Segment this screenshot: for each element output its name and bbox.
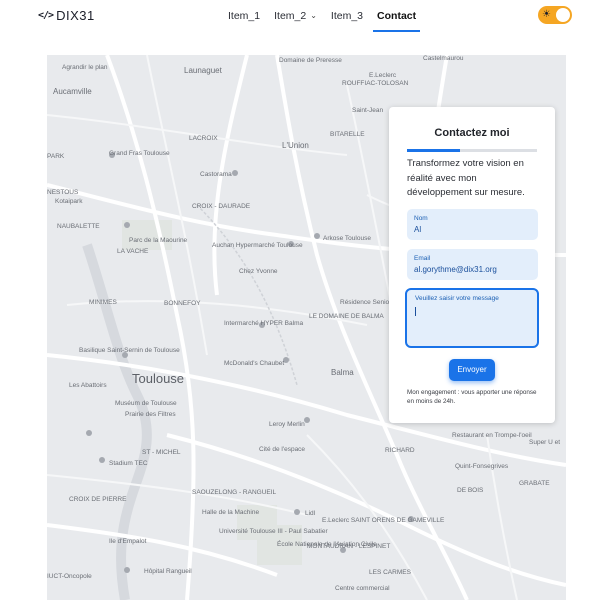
map-label: Hôpital Rangueil	[144, 568, 192, 575]
map-label: LE DOMAINE DE BALMA	[309, 313, 384, 320]
map-label: NAUBALETTE	[57, 223, 100, 230]
map-label: NESTOUS	[47, 189, 79, 196]
map-label: MONTAUDRAN - LESPINET	[307, 543, 391, 550]
map-label: Restaurant en Trompe-l'oeil	[452, 432, 532, 439]
map-label: Basilique Saint-Sernin de Toulouse	[79, 347, 180, 354]
map-label: Cité de l'espace	[259, 446, 306, 453]
map-label: PARK	[47, 153, 65, 160]
nav-item-2-label: Item_2	[274, 10, 307, 22]
name-field[interactable]: Nom Al	[407, 209, 538, 240]
chevron-down-icon: ⌄	[310, 11, 317, 20]
nav-item-1[interactable]: Item_1	[224, 0, 264, 32]
logo-text: DIX31	[56, 8, 95, 23]
map-label: Kotaipark	[55, 198, 83, 205]
toggle-knob	[556, 8, 570, 22]
map-label: Intermarché HYPER Balma	[224, 320, 304, 327]
map-label: Prairie des Filtres	[125, 411, 176, 418]
map-label: Parc de la Maourine	[129, 237, 188, 244]
map-label: Chez Yvonne	[239, 268, 278, 275]
nav-item-1-label: Item_1	[228, 10, 261, 22]
nav-item-2[interactable]: Item_2 ⌄	[270, 0, 321, 32]
map-label[interactable]: Agrandir le plan	[62, 64, 108, 71]
map-label: Les Abattoirs	[69, 382, 107, 389]
map-label: Super U et	[529, 439, 561, 446]
map-label: Lidl	[305, 510, 316, 517]
map-label: BITARELLE	[330, 131, 365, 138]
map-label: Castelmaurou	[423, 55, 464, 62]
card-divider-accent	[407, 149, 460, 152]
map-label: CROIX DE PIERRE	[69, 496, 127, 503]
email-label: Email	[414, 255, 431, 262]
map-label: Centre commercial	[335, 585, 390, 592]
map-label: Balma	[331, 368, 354, 377]
map-label: Grand Fras Toulouse	[109, 150, 170, 157]
email-value[interactable]: al.gorythme@dix31.org	[414, 265, 497, 274]
map-label: E.Leclerc SAINT ORENS DE GAMEVILLE	[322, 517, 445, 524]
text-caret	[415, 307, 416, 316]
contact-title: Contactez moi	[434, 127, 510, 139]
map-label: Saint-Jean	[352, 107, 384, 114]
map-label: CROIX - DAURADE	[192, 203, 251, 210]
map-label: E.Leclerc	[369, 72, 397, 79]
map-label: Université Toulouse III - Paul Sabatier	[219, 528, 328, 535]
map-label: Muséum de Toulouse	[115, 400, 177, 407]
map-label: ST - MICHEL	[142, 449, 181, 456]
map-label: MINIMES	[89, 299, 117, 306]
map-label: Launaguet	[184, 66, 222, 75]
map-label: Auchan Hypermarché Toulouse	[212, 242, 303, 249]
map-label: DE BOIS	[457, 487, 484, 494]
map-label: Arkose Toulouse	[323, 235, 371, 242]
send-button[interactable]: Envoyer	[449, 359, 495, 381]
map-label: GRABATE	[519, 480, 550, 487]
map-label: BONNEFOY	[164, 300, 201, 307]
message-placeholder: Veuillez saisir votre message	[415, 295, 499, 302]
code-icon: </>	[38, 10, 54, 21]
logo[interactable]: </> DIX31	[38, 8, 95, 23]
map-label: Quint-Fonsegrives	[455, 463, 509, 470]
map-label: Aucamville	[53, 87, 92, 96]
map-label: Domaine de Preresse	[279, 57, 342, 64]
theme-toggle[interactable]: ☀	[538, 6, 572, 24]
sun-icon: ☀	[542, 9, 551, 20]
map-label: Leroy Merlin	[269, 421, 305, 428]
response-commitment: Mon engagement : vous apporter une répon…	[407, 389, 537, 405]
email-field[interactable]: Email al.gorythme@dix31.org	[407, 249, 538, 280]
map-label: Halle de la Machine	[202, 509, 260, 516]
map-label: ROUFFIAC-TOLOSAN	[342, 80, 409, 87]
contact-card: Contactez moi Transformez votre vision e…	[389, 107, 555, 423]
nav-item-3[interactable]: Item_3	[327, 0, 367, 32]
nav-item-contact[interactable]: Contact	[373, 0, 421, 32]
map-label: L'Union	[282, 141, 309, 150]
map-label: IUCT-Oncopole	[47, 573, 92, 580]
map-label: Stadium TEC	[109, 460, 148, 467]
map-label: LES CARMES	[369, 569, 411, 576]
name-label: Nom	[414, 215, 428, 222]
map-label: Castorama	[200, 171, 232, 178]
nav-item-contact-label: Contact	[377, 10, 417, 22]
map-label: SAOUZELONG - RANGUEIL	[192, 489, 277, 496]
nav-item-3-label: Item_3	[330, 10, 364, 22]
map-label: McDonald's Chaubet	[224, 360, 285, 367]
message-textarea[interactable]: Veuillez saisir votre message	[405, 288, 539, 348]
name-value[interactable]: Al	[414, 225, 421, 234]
top-navbar: </> DIX31 Item_1 Item_2 ⌄ Item_3 Contact …	[0, 0, 600, 32]
map-label-city: Toulouse	[132, 371, 185, 386]
main-nav: Item_1 Item_2 ⌄ Item_3 Contact	[224, 0, 426, 32]
map-label: LA VACHE	[117, 248, 149, 255]
map-label: Ile d'Empalot	[109, 538, 147, 545]
map-label: RICHARD	[385, 447, 415, 454]
contact-intro: Transformez votre vision en réalité avec…	[407, 158, 525, 198]
map-label: Résidence Seniors	[340, 299, 395, 306]
map-label: LACROIX	[189, 135, 218, 142]
